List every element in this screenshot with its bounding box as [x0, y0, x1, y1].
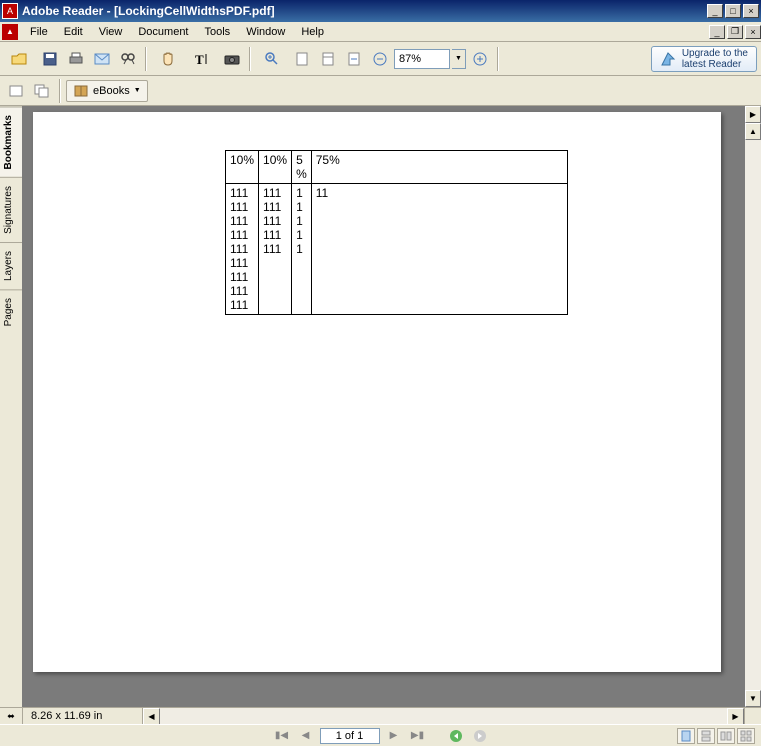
table-header-cell: 10%	[259, 151, 292, 184]
horizontal-scrollbar[interactable]: ◀ ▶	[143, 708, 744, 725]
upgrade-text1: Upgrade to the	[682, 48, 748, 59]
content-area: Bookmarks Signatures Layers Pages 10% 10…	[0, 106, 761, 707]
title-bar: A Adobe Reader - [LockingCellWidthsPDF.p…	[0, 0, 761, 22]
prev-page-button[interactable]: ◀	[296, 727, 316, 745]
read-button[interactable]	[4, 79, 28, 103]
vertical-scrollbar[interactable]: ▶ ▲ ▼	[744, 106, 761, 707]
resize-handle[interactable]: ⬌	[0, 708, 23, 725]
menu-document[interactable]: Document	[130, 24, 196, 40]
sidebar-tab-pages[interactable]: Pages	[0, 289, 22, 334]
separator	[59, 79, 61, 103]
minimize-inner-button[interactable]: _	[707, 4, 723, 18]
restore-button[interactable]: ❐	[727, 25, 743, 39]
ebooks-button[interactable]: eBooks ▼	[66, 80, 148, 102]
actual-size-button[interactable]	[290, 47, 314, 71]
save-button[interactable]	[38, 47, 62, 71]
document-viewport[interactable]: 10% 10% 5% 75% 111 111 111 111 111 111	[23, 106, 744, 707]
document-table: 10% 10% 5% 75% 111 111 111 111 111 111	[225, 150, 568, 315]
first-page-button[interactable]: ▮◀	[272, 727, 292, 745]
scroll-down-button[interactable]: ▼	[745, 690, 761, 707]
hand-tool-button[interactable]	[152, 47, 184, 71]
sidebar-tab-bookmarks[interactable]: Bookmarks	[0, 106, 22, 177]
text-select-button[interactable]: T	[186, 47, 218, 71]
table-header-cell: 10%	[226, 151, 259, 184]
page-number-input[interactable]	[320, 728, 380, 744]
table-row: 10% 10% 5% 75%	[226, 151, 568, 184]
menu-help[interactable]: Help	[293, 24, 332, 40]
next-page-button[interactable]: ▶	[384, 727, 404, 745]
facing-view-button[interactable]	[717, 728, 735, 744]
page-nav-bar: ▮◀ ◀ ▶ ▶▮	[0, 724, 761, 746]
document-wrapper: 10% 10% 5% 75% 111 111 111 111 111 111	[23, 106, 761, 707]
open-button[interactable]	[4, 47, 36, 71]
zoom-out-button[interactable]	[368, 47, 392, 71]
search-button[interactable]	[116, 47, 140, 71]
menu-view[interactable]: View	[91, 24, 131, 40]
close-inner-button[interactable]: ×	[743, 4, 759, 18]
ebooks-label: eBooks	[93, 85, 130, 97]
copy-button[interactable]	[30, 79, 54, 103]
print-button[interactable]	[64, 47, 88, 71]
continuous-view-button[interactable]	[697, 728, 715, 744]
sidebar-tab-layers[interactable]: Layers	[0, 242, 22, 289]
last-page-button[interactable]: ▶▮	[408, 727, 428, 745]
scroll-up-button[interactable]: ▲	[745, 123, 761, 140]
view-mode-group	[677, 728, 755, 744]
doc-icon: ▲	[2, 24, 18, 40]
scroll-track[interactable]	[160, 708, 727, 725]
window-title: Adobe Reader - [LockingCellWidthsPDF.pdf…	[22, 4, 705, 18]
svg-text:T: T	[195, 52, 204, 66]
close-button[interactable]: ×	[745, 25, 761, 39]
forward-button[interactable]	[470, 727, 490, 745]
table-header-cell: 5%	[292, 151, 312, 184]
separator	[497, 47, 499, 71]
zoom-in-button[interactable]	[256, 47, 288, 71]
minimize-button[interactable]: _	[709, 25, 725, 39]
scroll-right-button[interactable]: ▶	[727, 708, 744, 725]
continuous-facing-view-button[interactable]	[737, 728, 755, 744]
menu-bar: ▲ File Edit View Document Tools Window H…	[0, 22, 761, 42]
menu-edit[interactable]: Edit	[56, 24, 91, 40]
scroll-up-button[interactable]: ▶	[745, 106, 761, 123]
upgrade-icon	[660, 51, 676, 67]
snapshot-button[interactable]	[220, 47, 244, 71]
ebooks-icon	[73, 84, 89, 98]
main-toolbar: T ▼ Upgrade to the latest Reader	[0, 42, 761, 76]
fit-width-button[interactable]	[342, 47, 366, 71]
separator	[145, 47, 147, 71]
fit-page-button[interactable]	[316, 47, 340, 71]
zoom-plus-button[interactable]	[468, 47, 492, 71]
back-button[interactable]	[446, 727, 466, 745]
menu-file[interactable]: File	[22, 24, 56, 40]
status-bar: ⬌ 8.26 x 11.69 in ◀ ▶	[0, 707, 761, 724]
scroll-corner	[744, 708, 761, 725]
table-cell: 11	[311, 184, 567, 315]
zoom-dropdown[interactable]: ▼	[452, 49, 466, 69]
maximize-inner-button[interactable]: □	[725, 4, 741, 18]
single-page-view-button[interactable]	[677, 728, 695, 744]
menu-window[interactable]: Window	[238, 24, 293, 40]
menu-tools[interactable]: Tools	[197, 24, 239, 40]
table-cell: 1 1 1 1 1	[292, 184, 312, 315]
sidebar-tab-signatures[interactable]: Signatures	[0, 177, 22, 242]
upgrade-button[interactable]: Upgrade to the latest Reader	[651, 46, 757, 72]
upgrade-text2: latest Reader	[682, 59, 748, 70]
chevron-down-icon: ▼	[134, 87, 141, 94]
scroll-track[interactable]	[745, 140, 761, 690]
page-dimensions: 8.26 x 11.69 in	[23, 708, 143, 725]
separator	[249, 47, 251, 71]
sidebar: Bookmarks Signatures Layers Pages	[0, 106, 23, 707]
scroll-left-button[interactable]: ◀	[143, 708, 160, 725]
table-cell: 111 111 111 111 111	[259, 184, 292, 315]
secondary-toolbar: eBooks ▼	[0, 76, 761, 106]
table-cell: 111 111 111 111 111 111 111 111 111	[226, 184, 259, 315]
table-row: 111 111 111 111 111 111 111 111 111 111	[226, 184, 568, 315]
email-button[interactable]	[90, 47, 114, 71]
app-icon: A	[2, 3, 18, 19]
pdf-page: 10% 10% 5% 75% 111 111 111 111 111 111	[33, 112, 721, 672]
table-header-cell: 75%	[311, 151, 567, 184]
zoom-input[interactable]	[394, 49, 450, 69]
